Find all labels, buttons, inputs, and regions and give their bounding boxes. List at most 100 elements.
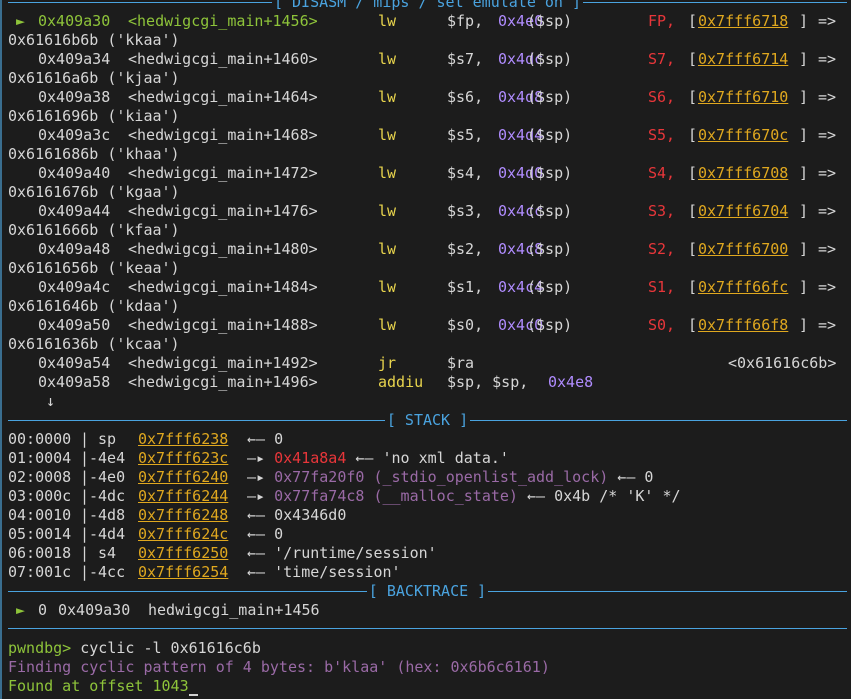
disasm-row: 0x409a44 <hedwigcgi_main+1476> lw $s3, 0x4cc… [0, 202, 851, 221]
deref-arrow: => [818, 278, 837, 296]
stack-value: ←— 0 [238, 525, 283, 544]
instruction-dest: $s4, [447, 164, 484, 182]
stack-index: 05:0014 [8, 525, 72, 543]
instruction-address: 0x409a50 [38, 316, 111, 334]
stack-row: 03:000c | -4dc 0x7fff6244 —▸ 0x77fa74c8 (__… [0, 487, 851, 506]
found-offset: offset 1043 [89, 677, 189, 695]
bracket-open: [ [688, 240, 698, 258]
disasm-row: 0x409a40 <hedwigcgi_main+1472> lw $s4, 0x4d0… [0, 164, 851, 183]
instruction-opcode: lw [378, 50, 397, 68]
stack-register: sp [89, 430, 117, 448]
backtrace-header-label: [ BACKTRACE ] [366, 582, 489, 600]
console-command[interactable]: cyclic -l 0x61616c6b [71, 639, 261, 657]
stack-address-link[interactable]: 0x7fff6254 [138, 563, 228, 582]
stack-address-link[interactable]: 0x7fff6250 [138, 544, 228, 563]
register-name: S1, [648, 278, 676, 296]
disasm-row: 0x409a38 <hedwigcgi_main+1464> lw $s6, 0x4d8… [0, 88, 851, 107]
stack-address-link[interactable]: 0x7fff6248 [138, 506, 228, 525]
register-name: S4, [648, 164, 676, 182]
disasm-row: 0x409a48 <hedwigcgi_main+1480> lw $s2, 0x4c8… [0, 240, 851, 259]
register-name: S3, [648, 202, 676, 220]
stack-address-link[interactable]: 0x7fff6240 [138, 468, 228, 487]
instruction-opcode: lw [378, 316, 397, 334]
instruction-symbol: <hedwigcgi_main+1496> [128, 373, 318, 391]
disasm-row-continued: 0x6161696b ('kiaa') [8, 107, 180, 126]
bracket-open: [ [688, 164, 698, 182]
stack-pointer-link[interactable]: 0x7fff66f8 [698, 316, 788, 335]
stack-pointer-link[interactable]: 0x7fff6700 [698, 240, 788, 259]
instruction-dest: $fp, [447, 12, 484, 30]
stack-pointer-link[interactable]: 0x7fff6710 [698, 88, 788, 107]
stack-pointer-link[interactable]: 0x7fff6714 [698, 50, 788, 69]
stack-index: 03:000c [8, 487, 72, 505]
stack-value-part: ←— 'no xml data.' [346, 449, 509, 467]
deref-value: 0x6161656b ('keaa') [8, 259, 180, 277]
deref-value: 0x6161666b ('kfaa') [8, 221, 180, 239]
stack-register: -4e0 [89, 468, 126, 486]
text-cursor[interactable] [188, 694, 198, 696]
instruction-base: ($sp) [527, 12, 573, 30]
stack-separator: | [80, 506, 90, 524]
instruction-opcode: lw [378, 278, 397, 296]
stack-value-part: ←— 0 [238, 525, 284, 543]
stack-separator: | [80, 525, 90, 543]
bracket-open: [ [688, 126, 698, 144]
disasm-row: 0x409a58 <hedwigcgi_main+1496> addiu $sp, $… [0, 373, 851, 392]
deref-value: 0x61616a6b ('kjaa') [8, 69, 180, 87]
instruction-address: 0x409a54 [38, 354, 111, 372]
instruction-symbol: <hedwigcgi_main+1484> [128, 278, 318, 296]
register-name: S5, [648, 126, 676, 144]
stack-value-part: ←— 0 [608, 468, 654, 486]
disasm-row-continued: 0x6161646b ('kdaa') [8, 297, 180, 316]
stack-value-part: ←— 0x4b /* 'K' */ [517, 487, 681, 505]
stack-pointer-link[interactable]: 0x7fff6718 [698, 12, 788, 31]
stack-register: -4d4 [89, 525, 126, 543]
stack-pointer-link[interactable]: 0x7fff6704 [698, 202, 788, 221]
bracket-open: [ [688, 12, 698, 30]
instruction-symbol: <hedwigcgi_main+1468> [128, 126, 318, 144]
bracket-open: [ [688, 88, 698, 106]
instruction-immediate: 0x4e8 [548, 373, 594, 391]
frame-number: 0 [38, 601, 48, 619]
deref-arrow: => [818, 164, 837, 182]
cyclic-finding-output: Finding cyclic pattern of 4 bytes: b'kla… [8, 658, 550, 676]
stack-address-link[interactable]: 0x7fff6244 [138, 487, 228, 506]
stack-address-link[interactable]: 0x7fff623c [138, 449, 228, 468]
instruction-opcode: lw [378, 202, 397, 220]
register-name: FP, [648, 12, 676, 30]
instruction-symbol: <hedwigcgi_main+1460> [128, 50, 318, 68]
instruction-symbol: <hedwigcgi_main+1492> [128, 354, 318, 372]
instruction-symbol: <hedwigcgi_main+1480> [128, 240, 318, 258]
bracket-close: ] [799, 126, 809, 144]
instruction-dest: $s0, [447, 316, 484, 334]
instruction-base: ($sp) [527, 278, 573, 296]
stack-value-part: ←— 0 [238, 430, 284, 448]
stack-value: ←— '/runtime/session' [238, 544, 437, 563]
stack-pointer-link[interactable]: 0x7fff66fc [698, 278, 788, 297]
terminal-window: [ DISASM / mips / set emulate on ] ► 0x409… [0, 0, 851, 699]
disasm-row-continued: 0x61616a6b ('kjaa') [8, 69, 180, 88]
stack-value: ←— 0 [238, 430, 283, 449]
instruction-opcode: lw [378, 12, 397, 30]
disasm-row: ► 0x409a30 <hedwigcgi_main+1456> lw $fp, 0x4e… [0, 12, 851, 31]
stack-index: 00:0000 [8, 430, 72, 448]
instruction-address: 0x409a38 [38, 88, 111, 106]
bracket-close: ] [799, 278, 809, 296]
stack-value-part: 0x77fa74c8 (__malloc_state) [274, 487, 518, 505]
stack-register: -4d8 [89, 506, 126, 524]
stack-address-link[interactable]: 0x7fff6238 [138, 430, 228, 449]
deref-arrow: => [818, 240, 837, 258]
backtrace-frame: ► 0 0x409a30 hedwigcgi_main+1456 [0, 601, 851, 620]
stack-address-link[interactable]: 0x7fff624c [138, 525, 228, 544]
stack-separator: | [80, 563, 90, 581]
stack-value-part: ←— 'time/session' [238, 563, 401, 581]
stack-pointer-link[interactable]: 0x7fff670c [698, 126, 788, 145]
disasm-row-continued: 0x6161676b ('kgaa') [8, 183, 180, 202]
bracket-open: [ [688, 316, 698, 334]
instruction-address: 0x409a48 [38, 240, 111, 258]
register-name: S0, [648, 316, 676, 334]
disasm-row-continued: 0x6161686b ('khaa') [8, 145, 180, 164]
stack-pointer-link[interactable]: 0x7fff6708 [698, 164, 788, 183]
disasm-row-continued: 0x6161636b ('kcaa') [8, 335, 180, 354]
instruction-base: ($sp) [527, 202, 573, 220]
